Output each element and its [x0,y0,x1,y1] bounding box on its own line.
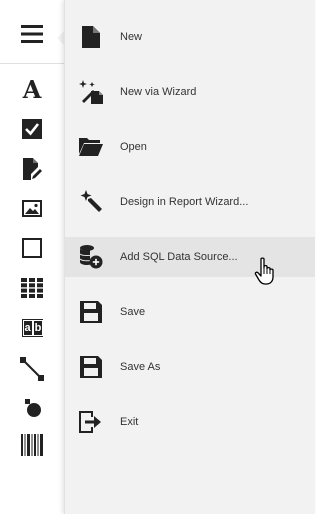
tool-picture[interactable] [16,192,48,224]
menu-item-label: Save As [120,361,161,373]
table-icon [21,278,43,298]
menu-item-label: Exit [120,416,139,428]
tool-barcode[interactable] [16,429,48,461]
new-document-icon [79,25,103,49]
tool-rich-text[interactable] [16,153,48,185]
tool-shape[interactable] [16,392,48,424]
menu-item-label: Save [120,306,146,318]
menu-item-label: New via Wizard [120,86,197,98]
tool-label[interactable]: A [16,74,48,106]
toolbox-divider [0,63,64,64]
comb-glyph-a: a [22,320,33,336]
hand-pointer-cursor-icon [254,257,274,285]
tool-line[interactable] [16,353,48,385]
panel-icon [22,238,42,258]
menu-item-label: Design in Report Wizard... [120,196,249,208]
wizard-new-icon [79,80,103,104]
menu-item-label: New [120,31,143,43]
rich-text-icon [23,158,42,180]
exit-icon [79,410,103,434]
add-database-icon [79,245,103,269]
tool-checkbox[interactable] [16,113,48,145]
toolbox-panel: A a b [0,0,64,514]
tool-character-comb[interactable]: a b [16,312,48,344]
barcode-icon [21,434,43,456]
picture-icon [22,199,42,217]
shape-icon [25,399,41,417]
menu-item-open[interactable]: Open [65,127,315,167]
menu-item-label: Add SQL Data Source... [120,251,238,263]
menu-item-new-via-wizard[interactable]: New via Wizard [65,72,315,112]
line-icon [20,357,44,381]
save-icon [79,300,103,324]
menu-item-new[interactable]: New [65,17,315,57]
hamburger-menu-button[interactable] [12,14,52,54]
tool-table[interactable] [16,272,48,304]
menu-item-label: Open [120,141,147,153]
menu-item-design-in-report-wizard[interactable]: Design in Report Wizard... [65,182,315,222]
character-comb-icon: a b [21,319,44,337]
comb-glyph-b: b [32,320,44,336]
menu-item-save-as[interactable]: Save As [65,347,315,387]
open-folder-icon [79,135,103,159]
save-as-icon [79,355,103,379]
menu-item-save[interactable]: Save [65,292,315,332]
magic-wand-icon [79,190,103,214]
menu-item-exit[interactable]: Exit [65,402,315,442]
tool-panel[interactable] [16,232,48,264]
hamburger-menu-icon [21,25,43,43]
text-label-icon: A [22,75,42,104]
checkbox-icon [22,119,42,139]
